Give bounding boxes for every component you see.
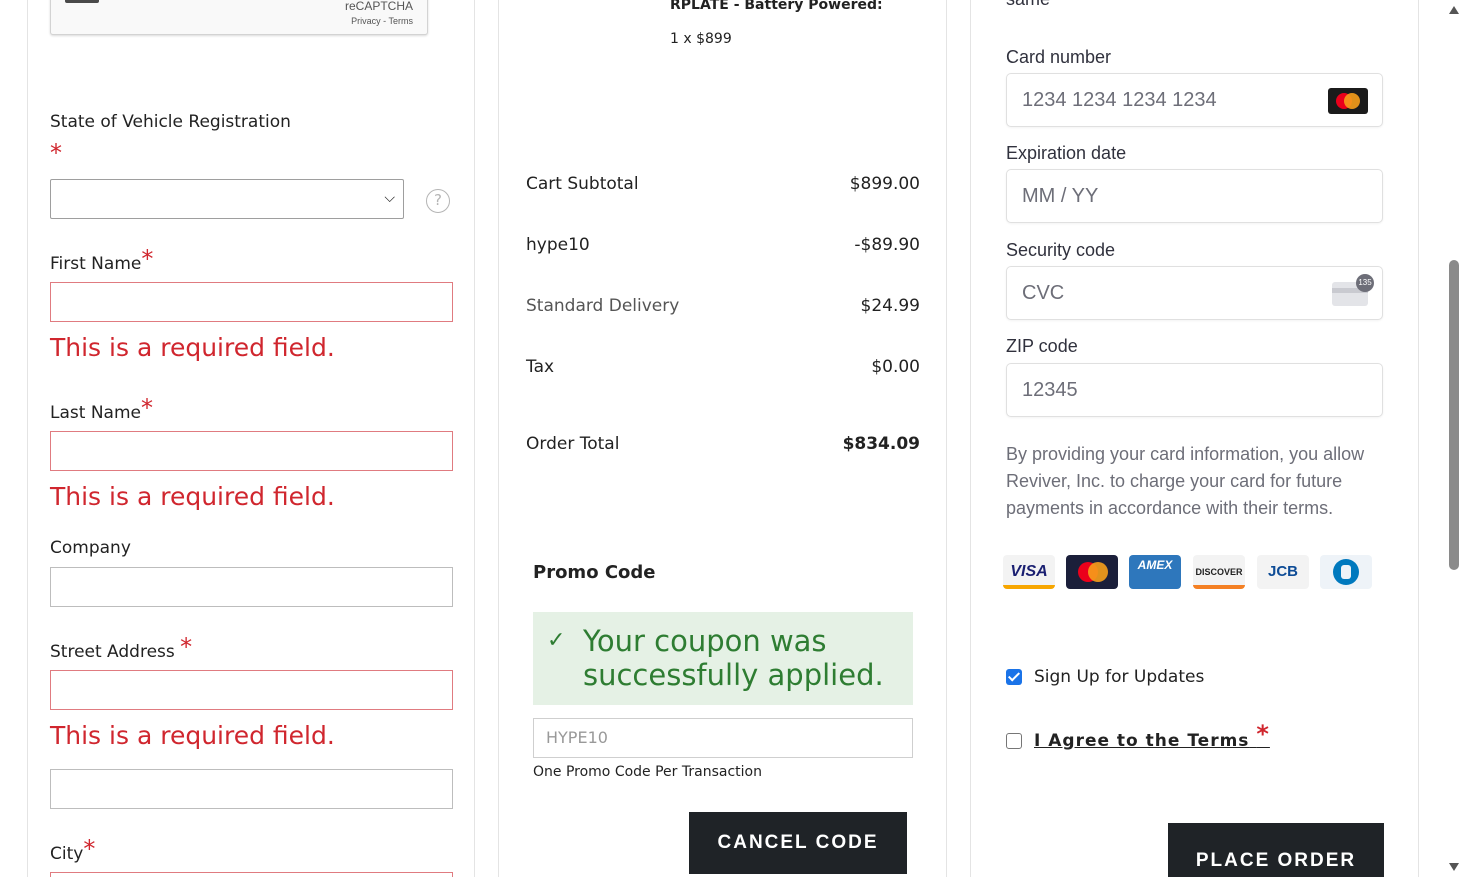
amex-icon: AMEX xyxy=(1129,555,1181,589)
zip-label: ZIP code xyxy=(1006,336,1078,356)
summary-label: Tax xyxy=(526,357,555,377)
summary-amount: $0.00 xyxy=(871,357,920,377)
recaptcha-widget[interactable]: reCAPTCHA Privacy - Terms xyxy=(50,0,428,35)
checkmark-icon: ✓ xyxy=(547,628,566,653)
chevron-down-icon: ⌵ xyxy=(384,190,395,206)
place-order-button[interactable]: PLACE ORDER xyxy=(1168,823,1384,877)
state-label: State of Vehicle Registration xyxy=(50,112,291,132)
payment-column: same Card number 1234 1234 1234 1234 Exp… xyxy=(970,0,1419,877)
last-name-error: This is a required field. xyxy=(50,482,335,511)
street-address-input[interactable] xyxy=(50,670,453,710)
street-address-line2-input[interactable] xyxy=(50,769,453,809)
terms-link[interactable]: I Agree to the Terms * xyxy=(1034,722,1270,751)
summary-amount: -$89.90 xyxy=(854,235,920,255)
card-consent-text: By providing your card information, you … xyxy=(1006,444,1365,518)
street-address-error: This is a required field. xyxy=(50,721,335,750)
summary-amount: $24.99 xyxy=(860,296,920,316)
product-qty-price: 1 x $899 xyxy=(670,31,732,47)
last-name-label: Last Name* xyxy=(50,396,153,423)
recaptcha-links[interactable]: Privacy - Terms xyxy=(351,16,413,26)
recaptcha-logo-icon xyxy=(65,0,99,3)
diners-club-icon xyxy=(1320,555,1372,589)
cvc-badge: 135 xyxy=(1356,274,1374,292)
city-input[interactable] xyxy=(50,872,453,877)
last-name-label-text: Last Name xyxy=(50,403,141,423)
city-label-text: City xyxy=(50,844,84,864)
summary-row-subtotal: Cart Subtotal $899.00 xyxy=(526,174,920,194)
card-number-label: Card number xyxy=(1006,47,1112,67)
signup-label: Sign Up for Updates xyxy=(1034,667,1205,687)
security-code-label: Security code xyxy=(1006,240,1116,260)
coupon-success-text: Your coupon was successfully applied. xyxy=(583,624,884,692)
street-address-label: Street Address * xyxy=(50,635,192,662)
order-total-label: Order Total xyxy=(526,434,620,454)
cvc-placeholder: CVC xyxy=(1022,282,1065,304)
scroll-up-arrow-icon[interactable] xyxy=(1449,6,1459,14)
first-name-required-mark: * xyxy=(141,245,154,273)
street-address-required-mark: * xyxy=(180,633,193,661)
billing-form-column: reCAPTCHA Privacy - Terms State of Vehic… xyxy=(27,0,475,877)
city-required-mark: * xyxy=(83,835,96,863)
discover-icon: DISCOVER xyxy=(1193,555,1245,589)
cancel-code-button[interactable]: CANCEL CODE xyxy=(689,812,907,874)
mastercard-brand-icon xyxy=(1066,555,1118,589)
promo-code-note: One Promo Code Per Transaction xyxy=(533,764,762,780)
first-name-input[interactable] xyxy=(50,282,453,322)
order-summary-column: RPLATE - Battery Powered: 1 x $899 Cart … xyxy=(498,0,947,877)
page-scrollbar[interactable] xyxy=(1443,0,1464,877)
last-name-input[interactable] xyxy=(50,431,453,471)
expiry-input[interactable]: MM / YY xyxy=(1006,169,1383,223)
coupon-success-message: ✓ Your coupon was successfully applied. xyxy=(533,612,913,705)
mastercard-icon xyxy=(1328,88,1368,114)
zip-input[interactable]: 12345 xyxy=(1006,363,1383,417)
summary-row-tax: Tax $0.00 xyxy=(526,357,920,377)
company-label: Company xyxy=(50,538,131,558)
partial-text: same xyxy=(1006,0,1050,10)
scrollbar-thumb[interactable] xyxy=(1449,260,1459,570)
zip-value: 12345 xyxy=(1022,379,1078,401)
summary-label: Cart Subtotal xyxy=(526,174,639,194)
signup-updates-row[interactable]: Sign Up for Updates xyxy=(1006,667,1204,687)
street-address-label-text: Street Address xyxy=(50,642,175,662)
promo-code-input[interactable]: HYPE10 xyxy=(533,718,913,758)
expiry-placeholder: MM / YY xyxy=(1022,185,1099,207)
jcb-icon: JCB xyxy=(1257,555,1309,589)
state-select[interactable]: ⌵ xyxy=(50,179,404,219)
terms-required-mark: * xyxy=(1256,720,1270,748)
first-name-label-text: First Name xyxy=(50,254,142,274)
agree-terms-row[interactable]: I Agree to the Terms * xyxy=(1006,722,1270,751)
summary-row-discount: hype10 -$89.90 xyxy=(526,235,920,255)
summary-label: hype10 xyxy=(526,235,590,255)
cvc-card-icon: 135 xyxy=(1332,274,1374,306)
terms-link-text: I Agree to the Terms xyxy=(1034,731,1250,751)
terms-checkbox[interactable] xyxy=(1006,733,1022,749)
product-name: RPLATE - Battery Powered: xyxy=(670,0,883,13)
scroll-down-arrow-icon[interactable] xyxy=(1449,863,1459,871)
security-code-input[interactable]: CVC 135 xyxy=(1006,266,1383,320)
summary-amount: $899.00 xyxy=(849,174,920,194)
signup-checkbox[interactable] xyxy=(1006,669,1022,685)
city-label: City* xyxy=(50,837,95,864)
help-icon[interactable]: ? xyxy=(426,189,450,213)
recaptcha-title: reCAPTCHA xyxy=(344,0,413,13)
summary-label: Standard Delivery xyxy=(526,296,680,316)
order-total-amount: $834.09 xyxy=(842,434,920,454)
promo-code-title: Promo Code xyxy=(533,562,656,583)
card-number-input[interactable]: 1234 1234 1234 1234 xyxy=(1006,73,1383,127)
company-input[interactable] xyxy=(50,567,453,607)
first-name-label: First Name* xyxy=(50,247,153,274)
summary-row-delivery: Standard Delivery $24.99 xyxy=(526,296,920,316)
expiry-label: Expiration date xyxy=(1006,143,1127,163)
state-required-mark: * xyxy=(50,139,62,167)
last-name-required-mark: * xyxy=(140,394,153,422)
first-name-error: This is a required field. xyxy=(50,333,335,362)
card-number-placeholder: 1234 1234 1234 1234 xyxy=(1022,89,1217,111)
summary-row-total: Order Total $834.09 xyxy=(526,434,920,454)
visa-icon: VISA xyxy=(1003,555,1055,589)
